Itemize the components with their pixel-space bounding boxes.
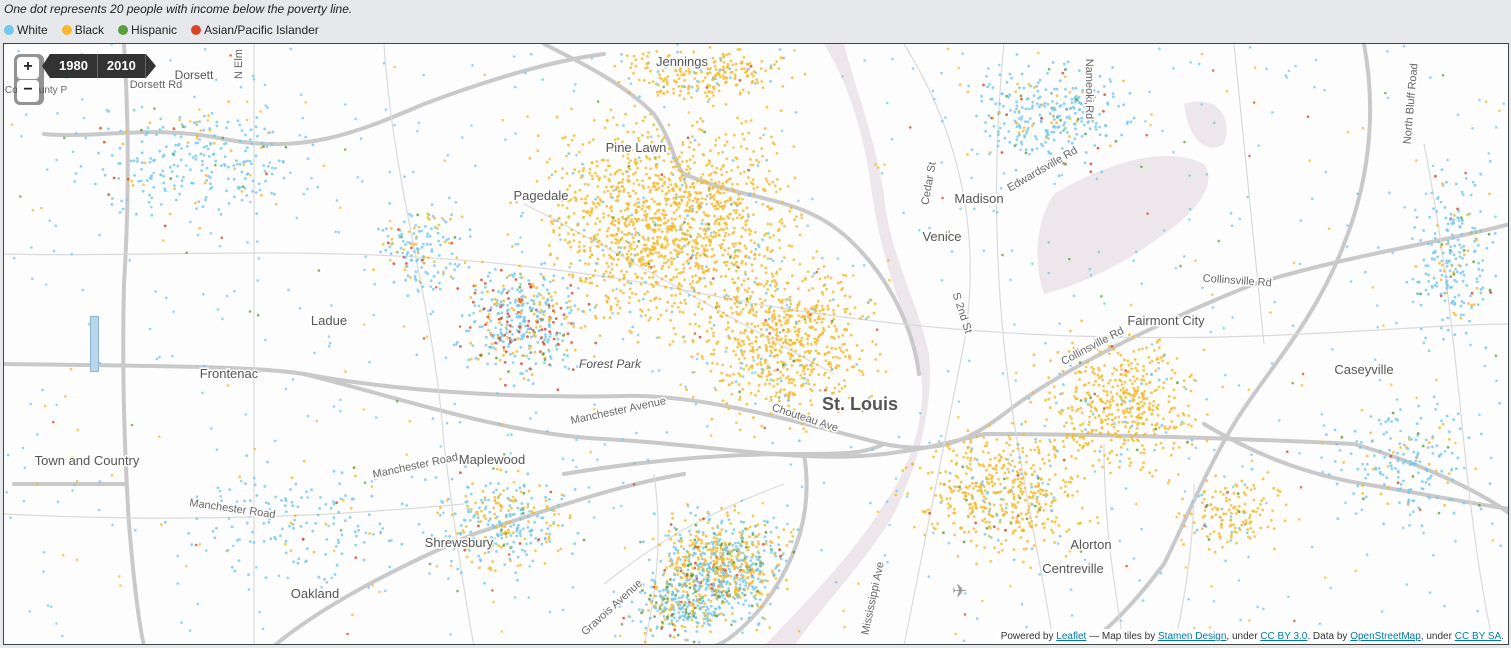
legend-item-black: Black: [61, 23, 105, 37]
legend-label: Asian/Pacific Islander: [204, 23, 319, 37]
road-label: Gravois Avenue: [579, 577, 645, 638]
zoom-in-button[interactable]: +: [17, 57, 39, 79]
year-2010-button[interactable]: 2010: [97, 54, 146, 78]
legend-label: Hispanic: [131, 23, 178, 37]
road-label: Mississippi Ave: [859, 561, 886, 636]
zoom-out-button[interactable]: −: [17, 80, 39, 102]
road: [1233, 44, 1265, 345]
road: [995, 44, 1055, 644]
hispanic-swatch: [118, 25, 129, 35]
road-label: Cedar St: [919, 161, 938, 206]
place-label: Pine Lawn: [606, 140, 667, 155]
attribution-text: Powered by: [1000, 631, 1054, 642]
road-label: Nameoki Rd: [1083, 59, 1095, 120]
place-label: Madison: [954, 191, 1003, 206]
place-label: Jennings: [656, 54, 709, 69]
attribution-text: , under: [1226, 631, 1261, 642]
airport-icon: ✈: [952, 581, 968, 601]
attribution: Powered by Leaflet — Map tiles by Stamen…: [996, 629, 1508, 644]
place-label: Caseyville: [1334, 362, 1393, 377]
place-label: Fairmont City: [1127, 313, 1205, 328]
road-label: N Elm: [233, 49, 245, 79]
drag-handle[interactable]: [90, 316, 99, 372]
place-label: Alorton: [1070, 537, 1111, 552]
white-swatch: [4, 25, 14, 35]
legend-label: Black: [74, 23, 105, 37]
black-swatch: [61, 25, 72, 35]
place-label: St. Louis: [822, 394, 898, 414]
road-label: Manchester Avenue: [570, 395, 667, 427]
place-label: Pagedale: [514, 188, 569, 203]
road-label: Dorsett Rd: [130, 79, 183, 91]
attribution-text: , under: [1420, 631, 1455, 642]
place-label: Town and Country: [35, 453, 140, 468]
legend-label: White: [17, 23, 48, 37]
place-label: Venice: [922, 229, 961, 244]
ccby-link[interactable]: CC BY 3.0: [1260, 631, 1307, 642]
map-caption: One dot represents 20 people with income…: [4, 2, 353, 16]
map-base-layer: [4, 44, 1508, 644]
dot-layer: [5, 44, 1508, 644]
osm-link[interactable]: OpenStreetMap: [1350, 631, 1421, 642]
place-label: Centreville: [1042, 561, 1103, 576]
place-label: Ladue: [311, 313, 347, 328]
legend-item-hispanic: Hispanic: [118, 23, 177, 37]
place-label: Oakland: [291, 586, 339, 601]
year-selector: 1980 2010: [42, 54, 156, 78]
place-label: Forest Park: [579, 357, 642, 371]
legend-item-asian: Asian/Pacific Islander: [191, 23, 319, 37]
zoom-control: + −: [14, 54, 44, 105]
lake: [1037, 155, 1209, 294]
highway: [4, 222, 1508, 450]
attribution-text: — Map tiles by: [1086, 631, 1159, 642]
place-label: Maplewood: [459, 452, 526, 467]
leaflet-link[interactable]: Leaflet: [1056, 631, 1086, 642]
year-selector-tail: [42, 54, 50, 78]
attribution-text: . Data by: [1307, 631, 1351, 642]
legend-item-white: White: [4, 23, 48, 37]
minor-roads: [4, 44, 1508, 644]
stamen-link[interactable]: Stamen Design: [1158, 631, 1226, 642]
lake: [1184, 101, 1227, 148]
place-label: Frontenac: [200, 366, 259, 381]
road-label: Manchester Road: [372, 451, 459, 481]
road-label: North Bluff Road: [1401, 63, 1420, 145]
map-svg[interactable]: Jennings Pine Lawn Pagedale Ladue Frontenac T…: [4, 44, 1509, 645]
road: [643, 473, 659, 644]
asian-swatch: [191, 25, 202, 35]
road-label: Collinsville Rd: [1202, 273, 1272, 290]
year-1980-button[interactable]: 1980: [50, 54, 98, 78]
attribution-text: .: [1501, 631, 1504, 642]
highways: [4, 44, 1508, 644]
legend: White Black Hispanic Asian/Pacific Islan…: [4, 23, 319, 37]
road: [1423, 143, 1495, 644]
highway: [1083, 44, 1373, 644]
place-label: Shrewsbury: [425, 535, 494, 550]
map-canvas[interactable]: Jennings Pine Lawn Pagedale Ladue Frontenac T…: [3, 43, 1509, 645]
road: [4, 252, 1508, 339]
year-selector-arrow: [145, 54, 156, 78]
ccbysa-link[interactable]: CC BY SA: [1455, 631, 1502, 642]
